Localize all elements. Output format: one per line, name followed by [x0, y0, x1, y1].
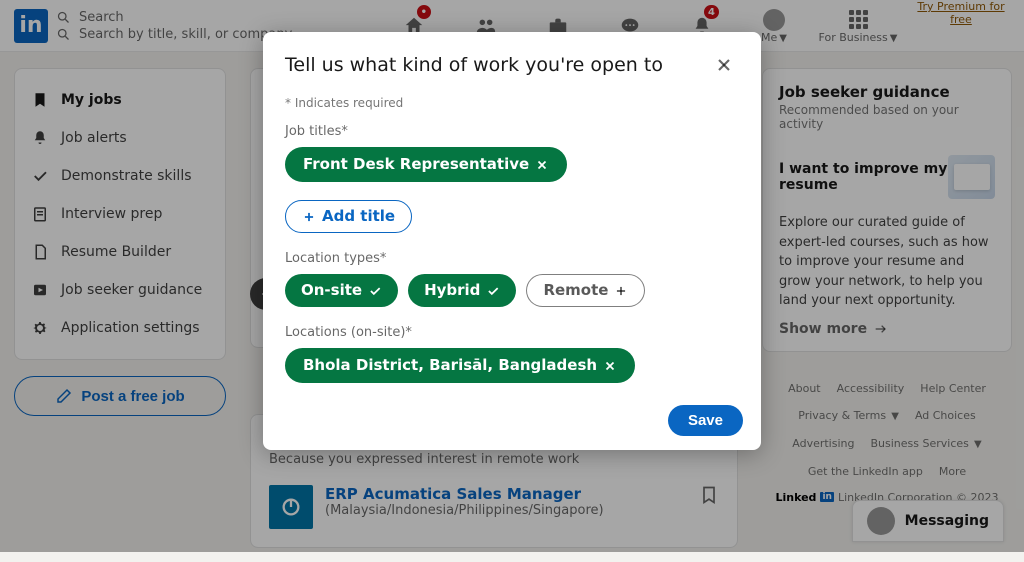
close-button[interactable]: [709, 50, 739, 80]
close-icon: [714, 55, 734, 75]
check-icon: [368, 284, 382, 298]
plus-icon: [614, 284, 628, 298]
close-icon: [535, 158, 549, 172]
save-button[interactable]: Save: [668, 405, 743, 436]
add-title-label: Add title: [322, 209, 395, 224]
location-type-onsite[interactable]: On-site: [285, 274, 398, 307]
add-title-button[interactable]: Add title: [285, 200, 412, 233]
location-type-hybrid[interactable]: Hybrid: [408, 274, 516, 307]
locations-label: Locations (on-site)*: [285, 325, 739, 340]
location-types-label: Location types*: [285, 251, 739, 266]
required-hint: * Indicates required: [285, 96, 739, 110]
check-icon: [486, 284, 500, 298]
location-type-remote[interactable]: Remote: [526, 274, 645, 307]
job-title-chip[interactable]: Front Desk Representative: [285, 147, 567, 182]
job-titles-label: Job titles*: [285, 124, 739, 139]
modal-title: Tell us what kind of work you're open to: [285, 54, 709, 76]
chip-label: Front Desk Representative: [303, 157, 529, 172]
location-chip[interactable]: Bhola District, Barisāl, Bangladesh: [285, 348, 635, 383]
work-preferences-modal: Tell us what kind of work you're open to…: [263, 32, 761, 450]
plus-icon: [302, 210, 316, 224]
chip-label: Remote: [543, 283, 608, 298]
close-icon: [603, 359, 617, 373]
chip-label: On-site: [301, 283, 362, 298]
chip-label: Bhola District, Barisāl, Bangladesh: [303, 358, 597, 373]
chip-label: Hybrid: [424, 283, 480, 298]
